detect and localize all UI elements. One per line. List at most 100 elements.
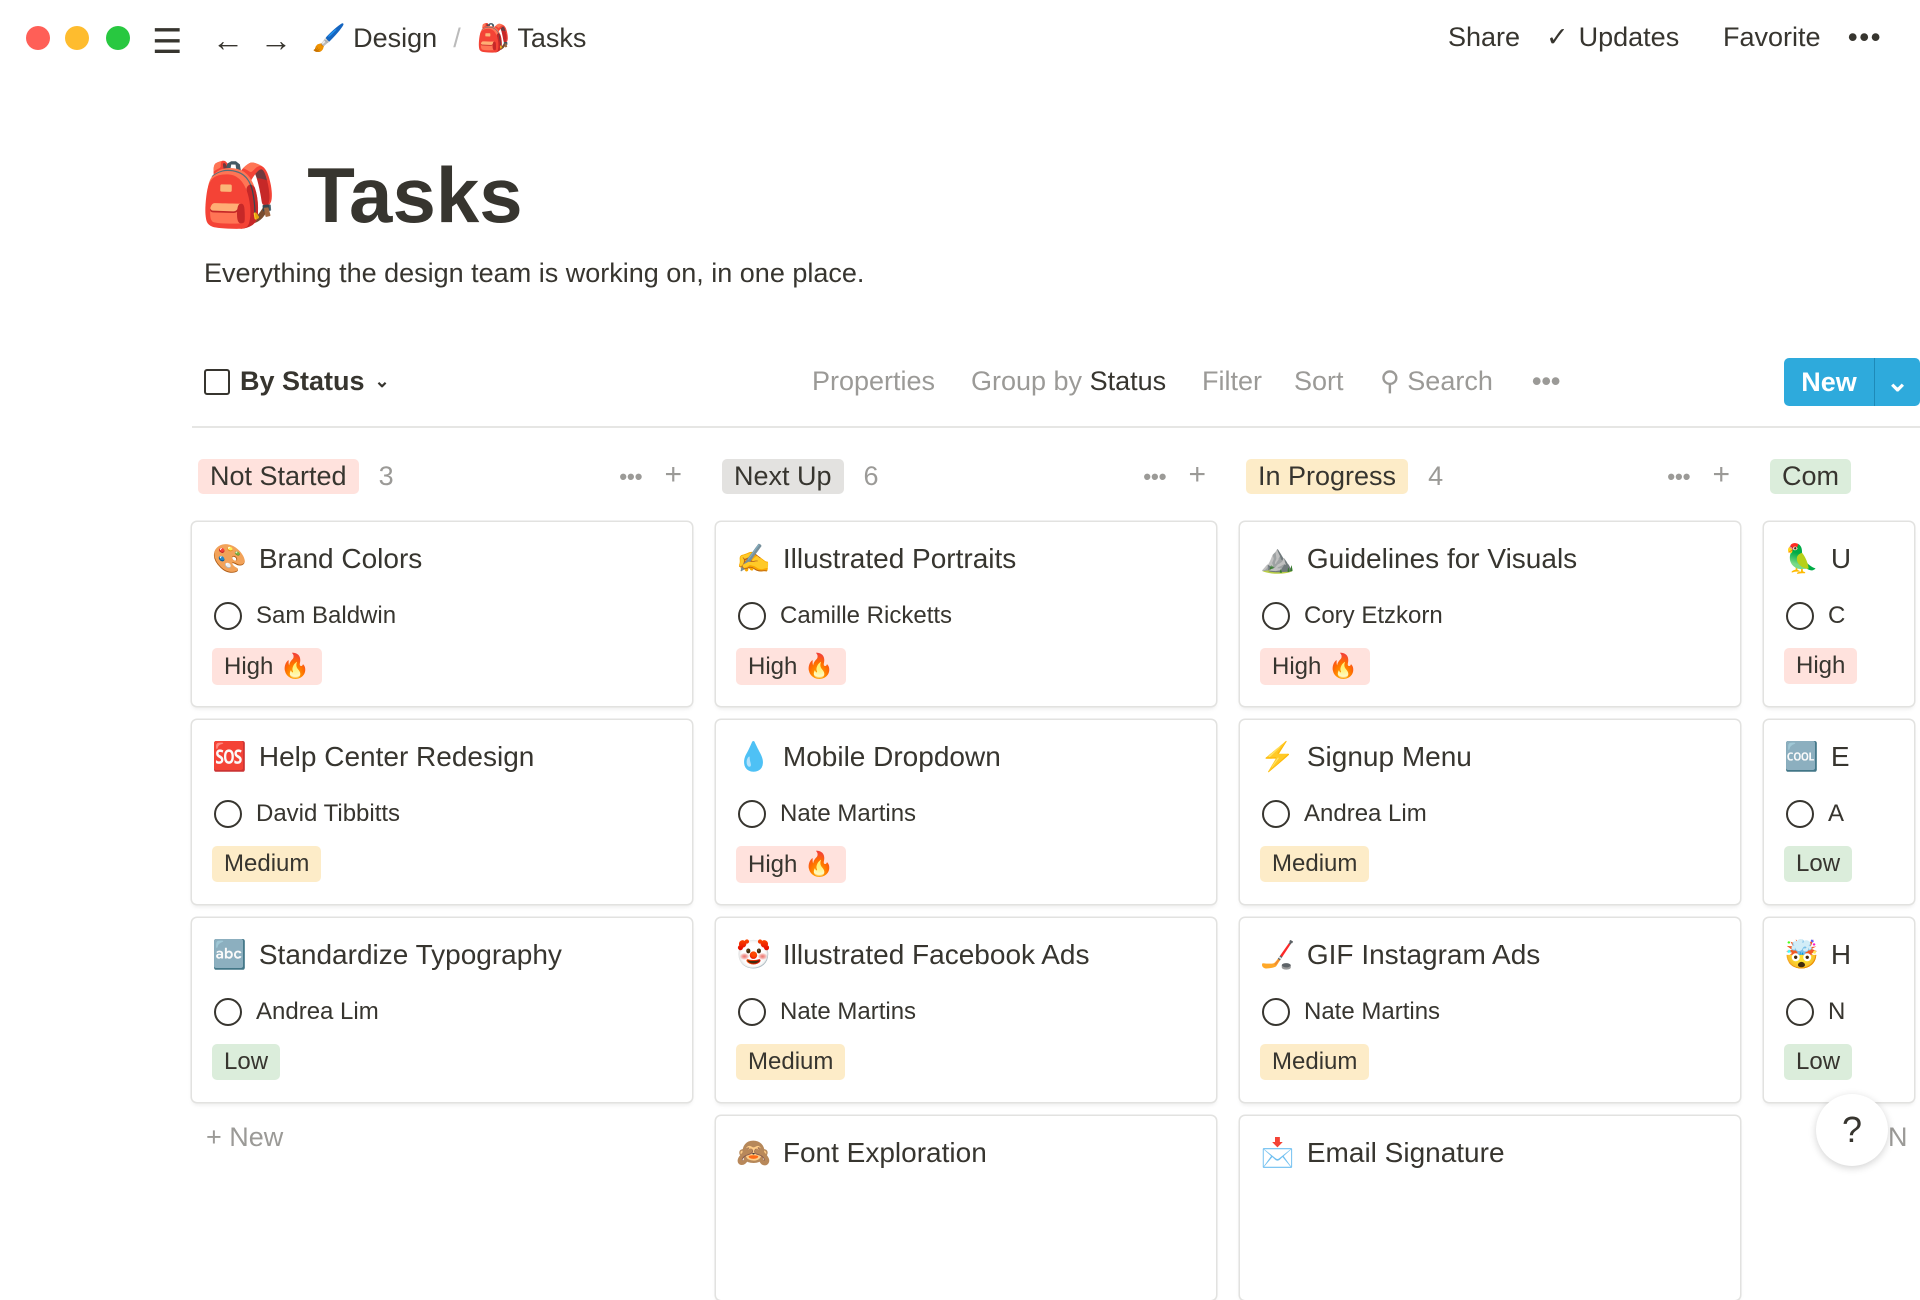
search-button[interactable]: ⚲ Search: [1380, 366, 1493, 397]
task-card[interactable]: 🤯 H N Low: [1764, 918, 1914, 1102]
backpack-icon[interactable]: 🎒: [200, 159, 277, 232]
avatar: [738, 998, 766, 1026]
group-by-button[interactable]: Group by Status: [971, 366, 1166, 397]
maximize-window-button[interactable]: [106, 26, 130, 50]
plus-icon[interactable]: +: [664, 458, 682, 496]
task-title: E: [1830, 740, 1850, 772]
view-toolbar: By Status ⌄ Properties Group by Status F…: [192, 358, 1920, 408]
view-selector[interactable]: By Status ⌄: [204, 366, 390, 397]
add-new-card-button[interactable]: N: [1888, 1122, 1908, 1153]
board-column: Not Started 3 ••• + 🎨 Brand Colors Sam Baldw…: [192, 454, 692, 1152]
share-button[interactable]: Share: [1448, 22, 1520, 53]
avatar: [1786, 800, 1814, 828]
task-card[interactable]: ⛰️ Guidelines for Visuals Cory Etzkorn High…: [1240, 522, 1740, 706]
minimize-window-button[interactable]: [65, 26, 89, 50]
filter-button[interactable]: Filter: [1202, 366, 1262, 397]
chevron-down-icon[interactable]: ⌄: [1875, 358, 1920, 406]
task-icon: 🤡: [736, 939, 771, 970]
properties-button[interactable]: Properties: [812, 366, 935, 397]
sort-button[interactable]: Sort: [1294, 366, 1344, 397]
new-button[interactable]: New ⌄: [1784, 358, 1920, 406]
backpack-icon: 🎒: [476, 23, 511, 53]
priority-tag: Low: [1784, 846, 1853, 882]
task-card[interactable]: 🆘 Help Center Redesign David Tibbitts Mediu…: [192, 720, 692, 904]
status-label[interactable]: In Progress: [1246, 458, 1409, 494]
group-by-value: Status: [1089, 366, 1167, 396]
avatar: [1262, 998, 1290, 1026]
task-card[interactable]: 🆒 E A Low: [1764, 720, 1914, 904]
priority-tag: High 🔥: [1260, 648, 1370, 685]
avatar: [214, 602, 242, 630]
assignee: Camille Ricketts: [780, 602, 953, 629]
add-new-label: New: [229, 1122, 284, 1152]
assignee: Andrea Lim: [256, 998, 379, 1025]
help-button[interactable]: ?: [1816, 1094, 1888, 1166]
priority-tag: High 🔥: [736, 846, 846, 883]
breadcrumb-item-design[interactable]: 🖌️ Design: [312, 22, 437, 54]
task-title: Illustrated Facebook Ads: [782, 938, 1090, 970]
board-icon: [204, 368, 230, 395]
assignee: David Tibbitts: [256, 800, 401, 827]
task-icon: 🦜: [1784, 543, 1819, 574]
task-card[interactable]: ⚡ Signup Menu Andrea Lim Medium: [1240, 720, 1740, 904]
plus-icon[interactable]: +: [1712, 458, 1730, 496]
task-card[interactable]: ✍️ Illustrated Portraits Camille Ricketts H…: [716, 522, 1216, 706]
assignee: C: [1828, 602, 1846, 629]
task-card[interactable]: 🦜 U C High: [1764, 522, 1914, 706]
task-title: Standardize Typography: [258, 938, 562, 970]
priority-tag: Medium: [1260, 846, 1370, 882]
task-card[interactable]: 🔤 Standardize Typography Andrea Lim Low: [192, 918, 692, 1102]
add-new-card-button[interactable]: + New: [206, 1122, 283, 1153]
favorite-button[interactable]: Favorite: [1723, 22, 1821, 53]
board-column: Next Up 6 ••• + ✍️ Illustrated Portraits Cam…: [716, 454, 1216, 1300]
more-options-icon[interactable]: •••: [1667, 458, 1690, 496]
page-description[interactable]: Everything the design team is working on…: [204, 258, 864, 289]
back-arrow-icon[interactable]: ←: [212, 22, 244, 59]
page-title[interactable]: Tasks: [307, 150, 522, 241]
assignee: Andrea Lim: [1304, 800, 1427, 827]
column-count: 4: [1428, 460, 1444, 491]
column-header: In Progress 4 ••• +: [1240, 454, 1740, 498]
task-icon: 📩: [1260, 1137, 1295, 1168]
more-options-icon[interactable]: •••: [1848, 22, 1882, 53]
top-bar: ☰ ← → 🖌️ Design / 🎒 Tasks Share ✓ Updates…: [0, 0, 1920, 76]
more-options-icon[interactable]: •••: [1143, 458, 1166, 496]
task-card[interactable]: 🙈 Font Exploration: [716, 1116, 1216, 1300]
forward-arrow-icon[interactable]: →: [260, 22, 292, 59]
task-title: Mobile Dropdown: [782, 740, 1001, 772]
status-label[interactable]: Next Up: [722, 458, 844, 494]
task-card[interactable]: 🤡 Illustrated Facebook Ads Nate Martins Med…: [716, 918, 1216, 1102]
task-title: U: [1830, 542, 1852, 574]
column-header: Com: [1764, 454, 1914, 498]
search-label: Search: [1407, 366, 1493, 396]
updates-button[interactable]: ✓ Updates: [1546, 22, 1679, 53]
more-options-icon[interactable]: •••: [1532, 366, 1560, 397]
new-label[interactable]: New: [1784, 358, 1875, 406]
menu-icon[interactable]: ☰: [152, 22, 182, 62]
close-window-button[interactable]: [26, 26, 50, 50]
board-column: Com 🦜 U C High 🆒 E A Low 🤯 H N Low N: [1764, 454, 1914, 1152]
assignee: Cory Etzkorn: [1304, 602, 1443, 629]
status-label[interactable]: Not Started: [198, 458, 359, 494]
task-icon: 🆘: [212, 741, 247, 772]
task-card[interactable]: 🎨 Brand Colors Sam Baldwin High 🔥: [192, 522, 692, 706]
assignee: Nate Martins: [780, 800, 917, 827]
avatar: [1262, 602, 1290, 630]
assignee: A: [1828, 800, 1845, 827]
breadcrumb: 🖌️ Design / 🎒 Tasks: [312, 22, 586, 54]
task-icon: ⛰️: [1260, 543, 1295, 574]
status-label[interactable]: Com: [1770, 458, 1852, 494]
task-card[interactable]: 🏒 GIF Instagram Ads Nate Martins Medium: [1240, 918, 1740, 1102]
task-card[interactable]: 💧 Mobile Dropdown Nate Martins High 🔥: [716, 720, 1216, 904]
search-icon: ⚲: [1380, 366, 1400, 396]
breadcrumb-item-tasks[interactable]: 🎒 Tasks: [477, 22, 587, 54]
plus-icon: +: [206, 1122, 222, 1152]
group-by-label: Group by: [971, 366, 1083, 396]
view-label: By Status: [240, 366, 365, 396]
avatar: [214, 998, 242, 1026]
task-card[interactable]: 📩 Email Signature: [1240, 1116, 1740, 1300]
plus-icon[interactable]: +: [1188, 458, 1206, 496]
avatar: [1786, 998, 1814, 1026]
more-options-icon[interactable]: •••: [619, 458, 642, 496]
breadcrumb-label: Design: [353, 23, 438, 53]
